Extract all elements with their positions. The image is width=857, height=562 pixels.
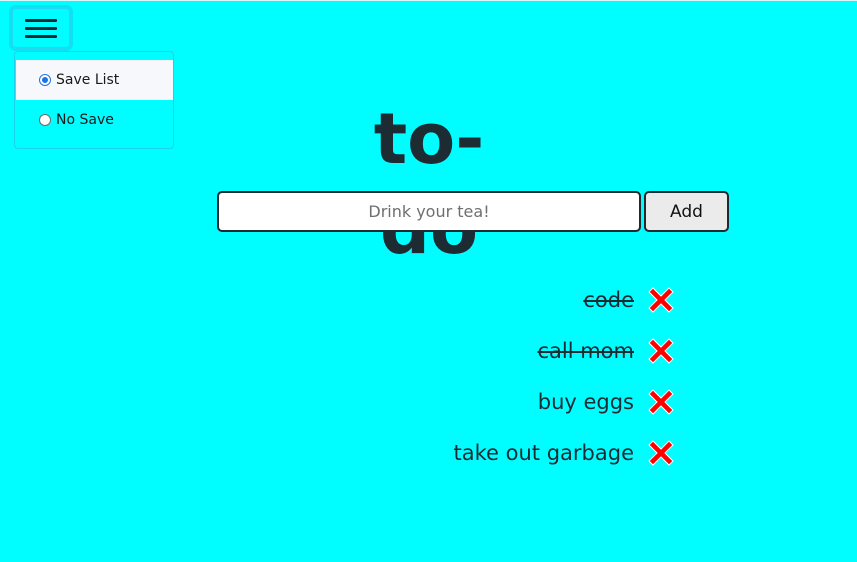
menu-toggle-button[interactable] <box>11 7 71 49</box>
todo-item-text[interactable]: call mom <box>537 339 634 363</box>
save-list-radio[interactable] <box>39 74 51 86</box>
hamburger-menu-icon-bar <box>25 26 57 30</box>
todo-item-text[interactable]: code <box>583 288 634 312</box>
no-save-radio[interactable] <box>39 114 51 126</box>
todo-item: take out garbage <box>454 435 679 471</box>
add-button[interactable]: Add <box>644 191 729 232</box>
option-no-save-label: No Save <box>56 112 114 128</box>
todo-item-text[interactable]: buy eggs <box>538 390 634 414</box>
red-x-icon[interactable] <box>643 282 679 318</box>
red-x-icon[interactable] <box>643 435 679 471</box>
save-options-dropdown: Save List No Save <box>14 51 174 149</box>
task-input[interactable] <box>217 191 641 232</box>
todo-item-text[interactable]: take out garbage <box>454 441 634 465</box>
todo-item: buy eggs <box>538 384 679 420</box>
option-save-list-label: Save List <box>56 72 120 88</box>
option-save-list[interactable]: Save List <box>16 60 173 100</box>
red-x-icon[interactable] <box>643 333 679 369</box>
top-border <box>0 0 857 1</box>
todo-item: call mom <box>537 333 679 369</box>
hamburger-menu-icon <box>25 18 57 22</box>
hamburger-menu-icon-bar <box>25 34 57 38</box>
option-no-save[interactable]: No Save <box>16 100 173 140</box>
todo-item: code <box>583 282 679 318</box>
red-x-icon[interactable] <box>643 384 679 420</box>
page-title: to-do <box>373 98 485 270</box>
